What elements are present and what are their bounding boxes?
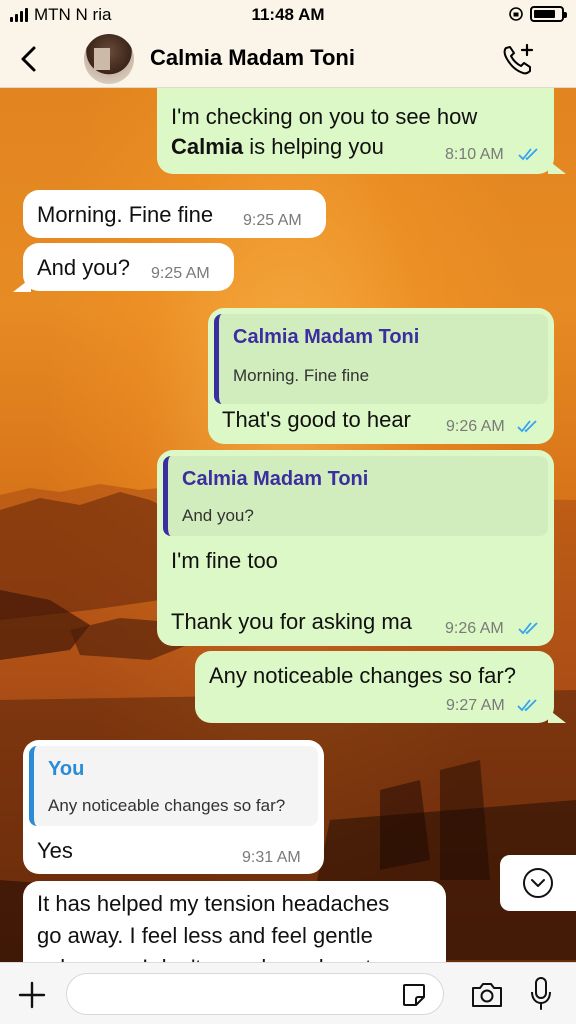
read-ticks-icon: [518, 622, 538, 635]
quote-text: Morning. Fine fine: [233, 366, 370, 385]
bubble-tail: [13, 278, 31, 292]
add-call-icon[interactable]: [500, 42, 536, 76]
back-chevron-icon[interactable]: [14, 42, 44, 76]
message-time: 9:25 AM: [151, 265, 210, 282]
quote-author: You: [48, 758, 85, 780]
camera-icon[interactable]: [470, 979, 504, 1009]
message-bubble-incoming[interactable]: And you? 9:25 AM: [23, 243, 234, 291]
message-text: I'm checking on you to see how: [171, 104, 478, 129]
message-text: Calmia is helping you: [171, 134, 384, 159]
quote-author: Calmia Madam Toni: [182, 468, 369, 490]
message-input[interactable]: [66, 973, 444, 1015]
read-ticks-icon: [518, 148, 538, 161]
message-bubble-incoming[interactable]: You Any noticeable changes so far? Yes 9…: [23, 740, 324, 874]
quoted-message[interactable]: Calmia Madam Toni And you?: [163, 456, 548, 536]
read-ticks-icon: [517, 699, 537, 712]
bubble-tail: [548, 160, 566, 174]
message-text: Thank you for asking ma: [171, 609, 412, 634]
message-input-bar: [0, 962, 576, 1024]
message-text: Morning. Fine fine: [37, 202, 214, 227]
message-text: And you?: [37, 255, 130, 280]
plus-icon[interactable]: [16, 979, 48, 1011]
message-bubble-outgoing[interactable]: Calmia Madam Toni Morning. Fine fine Tha…: [208, 308, 554, 444]
orientation-lock-icon: [509, 7, 523, 21]
message-time: 9:25 AM: [243, 212, 302, 229]
message-time: 9:26 AM: [445, 620, 504, 637]
message-bubble-incoming[interactable]: Morning. Fine fine 9:25 AM: [23, 190, 326, 238]
battery-icon: [530, 6, 567, 22]
message-text: I'm fine too: [171, 548, 278, 573]
message-time: 9:27 AM: [446, 697, 505, 714]
scroll-to-bottom-button[interactable]: [500, 855, 576, 911]
message-text: That's good to hear: [222, 407, 411, 432]
quoted-message[interactable]: You Any noticeable changes so far?: [29, 746, 318, 826]
microphone-icon[interactable]: [528, 975, 554, 1013]
message-bubble-outgoing[interactable]: I'm checking on you to see how Calmia is…: [157, 88, 554, 174]
message-time: 9:31 AM: [242, 849, 301, 866]
quote-text: And you?: [182, 506, 254, 525]
status-bar: MTN N ria 11:48 AM: [0, 0, 576, 30]
chevron-down-icon: [523, 868, 553, 898]
message-text: Any noticeable changes so far?: [209, 663, 516, 688]
quote-author: Calmia Madam Toni: [233, 326, 420, 348]
message-text: It has helped my tension headaches: [37, 891, 390, 916]
read-ticks-icon: [517, 420, 537, 433]
chat-header: Calmia Madam Toni: [0, 30, 576, 88]
quoted-message[interactable]: Calmia Madam Toni Morning. Fine fine: [214, 314, 548, 404]
avatar[interactable]: [84, 34, 134, 84]
message-bubble-outgoing[interactable]: Calmia Madam Toni And you? I'm fine too …: [157, 450, 554, 646]
clock: 11:48 AM: [251, 5, 325, 24]
sticker-icon[interactable]: [400, 981, 428, 1009]
message-time: 8:10 AM: [445, 146, 504, 163]
quote-text: Any noticeable changes so far?: [48, 796, 286, 815]
status-icons: [508, 6, 567, 22]
message-bubble-outgoing[interactable]: Any noticeable changes so far? 9:27 AM: [195, 651, 554, 723]
contact-name[interactable]: Calmia Madam Toni: [150, 45, 355, 71]
bubble-tail: [548, 709, 566, 723]
message-time: 9:26 AM: [446, 418, 505, 435]
message-text: go away. I feel less and feel gentle: [37, 923, 373, 948]
message-text: Yes: [37, 838, 73, 863]
